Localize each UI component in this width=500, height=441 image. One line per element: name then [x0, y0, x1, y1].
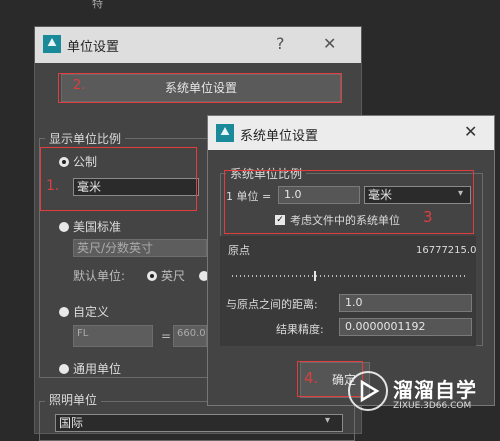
system-unit-setup-title: 系统单位设置 [240, 129, 319, 144]
annotation-box-2 [58, 73, 342, 103]
units-setup-title: 单位设置 [67, 40, 120, 55]
feet-label: 英尺 [161, 269, 186, 283]
annotation-step-1: 1. [46, 178, 60, 194]
us-standard-dropdown[interactable]: 英尺/分数英寸 [73, 239, 207, 257]
annotation-box-1 [40, 147, 197, 211]
app-logo-icon [216, 124, 234, 142]
distance-label: 与原点之间的距离: [226, 298, 318, 311]
display-unit-scale-title: 显示单位比例 [45, 130, 126, 147]
origin-slider[interactable] [232, 271, 468, 281]
custom-name-field[interactable]: FL [73, 325, 153, 347]
generic-units-label: 通用单位 [73, 362, 122, 376]
us-standard-label: 美国标准 [73, 220, 122, 234]
lighting-units-title: 照明单位 [45, 391, 102, 408]
origin-value: 16777215.0 [416, 245, 477, 256]
custom-equals: = [161, 329, 172, 343]
generic-units-radio[interactable] [59, 364, 69, 374]
feet-radio[interactable] [147, 271, 157, 281]
us-standard-radio[interactable] [59, 222, 69, 232]
close-icon[interactable]: ✕ [323, 34, 336, 53]
custom-label: 自定义 [73, 305, 110, 319]
units-setup-titlebar: 单位设置 ? ✕ [35, 27, 361, 63]
chevron-down-icon: ▾ [325, 415, 331, 426]
app-logo-icon [43, 35, 61, 53]
annotation-step-4: 4. [304, 369, 319, 387]
slider-thumb[interactable] [314, 271, 316, 281]
background-text-fragment: 特 [92, 0, 103, 10]
custom-radio[interactable] [59, 307, 69, 317]
watermark-logo [348, 371, 388, 411]
origin-label: 原点 [228, 244, 250, 257]
default-units-label: 默认单位: [73, 269, 126, 283]
watermark-subtitle: ZIXUE.3D66.COM [393, 401, 472, 411]
annotation-step-2: 2. [73, 78, 86, 93]
custom-amount-field[interactable]: 660.0 [173, 325, 207, 347]
system-unit-setup-titlebar: 系统单位设置 ✕ [208, 116, 494, 150]
help-icon[interactable]: ? [276, 34, 285, 53]
lighting-units-dropdown[interactable]: 国际 [55, 414, 343, 432]
annotation-box-3 [224, 170, 474, 234]
play-icon [360, 379, 380, 403]
annotation-step-3: 3 [423, 208, 433, 226]
close-icon[interactable]: ✕ [464, 122, 477, 141]
distance-input[interactable]: 1.0 [339, 294, 472, 312]
precision-field: 0.0000001192 [339, 318, 472, 336]
watermark-title: 溜溜自学 [393, 378, 477, 402]
precision-label: 结果精度: [276, 323, 324, 336]
